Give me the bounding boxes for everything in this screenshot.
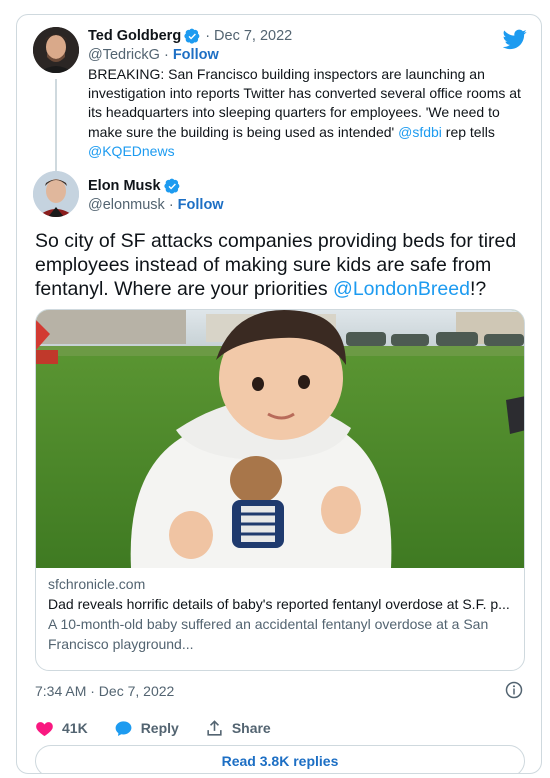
follow-button[interactable]: Follow [173, 47, 219, 63]
like-button[interactable]: 41K [35, 719, 88, 738]
tweet-date[interactable]: Dec 7, 2022 [214, 27, 292, 45]
author-handle[interactable]: @elonmusk [88, 197, 165, 213]
reply-button[interactable]: Reply [114, 719, 179, 738]
separator-dot: · [205, 28, 211, 44]
read-replies-button[interactable]: Read 3.8K replies [35, 745, 525, 773]
link-description: A 10-month-old baby suffered an accident… [48, 616, 489, 652]
share-icon [207, 719, 222, 736]
info-icon[interactable] [505, 681, 523, 699]
reply-bubble-icon [115, 720, 132, 736]
mention-link[interactable]: @KQEDnews [88, 143, 175, 159]
article-photo[interactable] [36, 310, 524, 568]
avatar[interactable] [33, 27, 79, 73]
author-name[interactable]: Ted Goldberg [88, 27, 181, 45]
tweet-text-segment: !? [469, 278, 487, 300]
author-handle[interactable]: @TedrickG [88, 47, 160, 63]
tweet-embed-card: Ted Goldberg · Dec 7, 2022 @TedrickG · F… [16, 14, 542, 774]
like-count: 41K [62, 720, 88, 736]
mention-link[interactable]: @sfdbi [398, 124, 442, 140]
share-label: Share [231, 720, 271, 736]
tweet-timestamp[interactable]: 7:34 AM · Dec 7, 2022 [35, 681, 174, 701]
link-title: Dad reveals horrific details of baby's r… [48, 596, 510, 612]
tweet-author: Elon Musk @elonmusk · Follow [33, 171, 513, 221]
link-preview-card[interactable]: sfchronicle.com Dad reveals horrific det… [35, 309, 525, 671]
parent-tweet-text: BREAKING: San Francisco building inspect… [88, 65, 528, 161]
tweet-actions: 41K Reply Share [35, 717, 297, 739]
heart-icon [36, 721, 53, 736]
link-domain: sfchronicle.com [48, 576, 146, 592]
tweet-text: So city of SF attacks companies providin… [35, 229, 530, 301]
verified-badge-icon [184, 28, 200, 44]
author-name[interactable]: Elon Musk [88, 177, 161, 195]
separator-dot: · [168, 197, 178, 213]
follow-button[interactable]: Follow [178, 197, 224, 213]
tweet-text-segment: rep tells [441, 123, 495, 140]
reply-label: Reply [140, 720, 179, 736]
share-button[interactable]: Share [205, 719, 271, 738]
mention-link[interactable]: @LondonBreed [333, 278, 470, 300]
avatar[interactable] [33, 171, 79, 217]
separator-dot: · [163, 47, 173, 63]
verified-badge-icon [163, 178, 179, 194]
